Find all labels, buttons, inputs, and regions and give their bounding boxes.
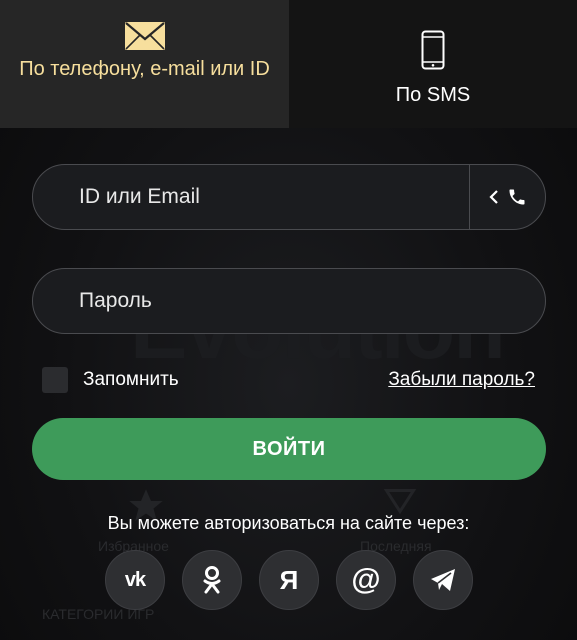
at-icon: @ (351, 563, 381, 596)
password-field-wrapper (32, 268, 546, 334)
id-email-input[interactable] (33, 165, 469, 229)
social-login-title: Вы можете авторизоваться на сайте через: (107, 513, 470, 533)
vk-login-button[interactable]: vk (105, 550, 165, 610)
login-panel: Evolution Избранное Последняя КАТЕГОРИИ … (0, 0, 577, 640)
remember-me-checkbox[interactable] (42, 367, 68, 393)
forgot-password-link[interactable]: Забыли пароль? (388, 369, 535, 391)
password-input[interactable] (33, 269, 545, 333)
login-method-tabs: По телефону, e-mail или ID По SMS (0, 0, 577, 128)
social-login-buttons: vk Я @ (105, 550, 473, 610)
telegram-icon (431, 569, 455, 591)
remember-me-label: Запомнить (83, 369, 179, 390)
tab-label: По телефону, e-mail или ID (19, 58, 270, 80)
yandex-login-button[interactable]: Я (259, 550, 319, 610)
odnoklassniki-icon (203, 566, 221, 594)
yandex-icon: Я (279, 564, 299, 595)
odnoklassniki-login-button[interactable] (182, 550, 242, 610)
mobile-phone-icon (421, 30, 445, 70)
login-field-wrapper (32, 164, 546, 230)
chevron-left-icon (488, 190, 498, 204)
telegram-login-button[interactable] (413, 550, 473, 610)
envelope-icon (124, 22, 165, 50)
login-button[interactable]: ВОЙТИ (32, 418, 546, 480)
phone-icon (509, 189, 524, 205)
switch-to-phone-button[interactable] (469, 165, 545, 229)
remember-me-toggle[interactable]: Запомнить (42, 367, 179, 393)
tab-sms[interactable]: По SMS (289, 0, 577, 128)
vk-icon: vk (124, 568, 146, 591)
tab-phone-email-id[interactable]: По телефону, e-mail или ID (0, 0, 289, 128)
tab-label: По SMS (395, 84, 471, 106)
mail-login-button[interactable]: @ (336, 550, 396, 610)
